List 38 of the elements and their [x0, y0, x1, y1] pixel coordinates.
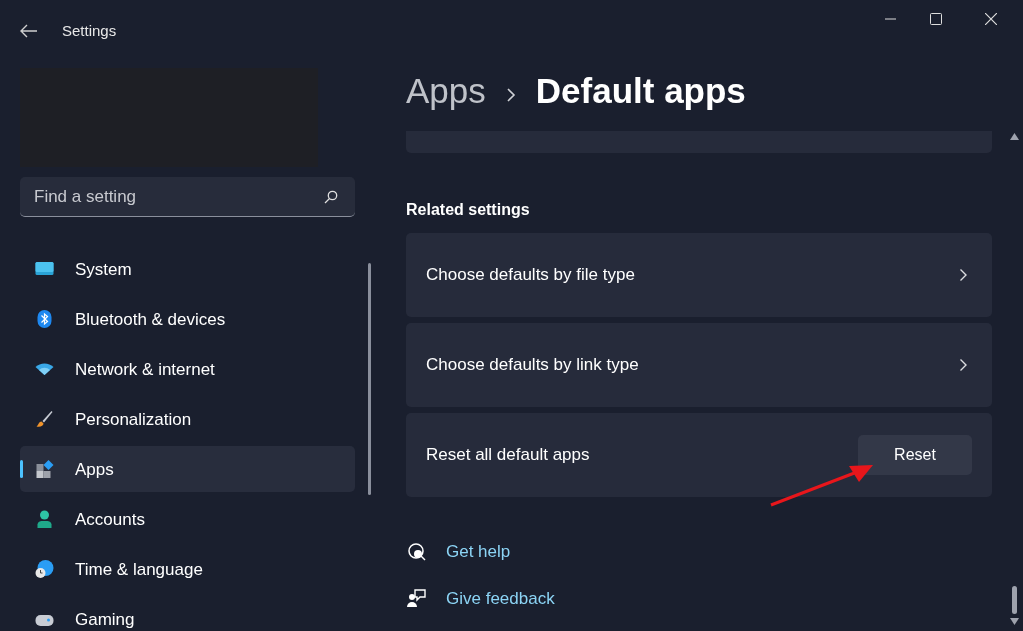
globe-clock-icon [34, 559, 55, 580]
minimize-icon[interactable] [884, 18, 896, 20]
brush-icon [34, 409, 55, 430]
nav-item[interactable]: Personalization [20, 396, 355, 443]
help-link[interactable]: Get help [446, 539, 511, 565]
nav-item[interactable]: System [20, 246, 355, 293]
nav-item[interactable]: Accounts [20, 496, 355, 543]
scrollbar-thumb[interactable] [1012, 586, 1017, 614]
nav-item[interactable]: Apps [20, 446, 355, 493]
chevron-right-icon [959, 268, 968, 282]
section-heading: Related settings [406, 200, 531, 220]
search-icon[interactable] [324, 190, 338, 205]
nav-item[interactable]: Gaming [20, 596, 355, 631]
setting-card[interactable]: Choose defaults by link type [406, 323, 992, 407]
setting-card[interactable]: Choose defaults by file type [406, 233, 992, 317]
help-icon [406, 541, 426, 562]
help-link[interactable]: Give feedback [446, 585, 555, 611]
feedback-icon [406, 588, 426, 609]
nav-item[interactable]: Time & language [20, 546, 355, 593]
window-title: Settings [62, 20, 117, 41]
chevron-right-icon [505, 87, 516, 103]
setting-label: Reset all default apps [426, 444, 590, 467]
nav-item[interactable]: Bluetooth & devices [20, 296, 355, 343]
search-field[interactable]: Find a setting [20, 177, 355, 218]
page-title: Default apps [535, 69, 746, 112]
scroll-up-icon[interactable] [1010, 133, 1019, 140]
nav-item[interactable]: Network & internet [20, 346, 355, 393]
breadcrumb-link[interactable]: Apps [406, 64, 486, 117]
setting-label: Choose defaults by link type [426, 354, 639, 377]
close-icon[interactable] [985, 13, 997, 25]
maximize-icon[interactable] [930, 13, 942, 25]
setting-label: Choose defaults by file type [426, 264, 635, 287]
reset-button[interactable]: Reset [858, 435, 972, 475]
person-icon [34, 509, 55, 530]
chevron-right-icon [959, 358, 968, 372]
scroll-down-icon[interactable] [1010, 618, 1019, 625]
back-arrow-icon[interactable] [20, 23, 38, 38]
apps-icon [34, 459, 55, 480]
